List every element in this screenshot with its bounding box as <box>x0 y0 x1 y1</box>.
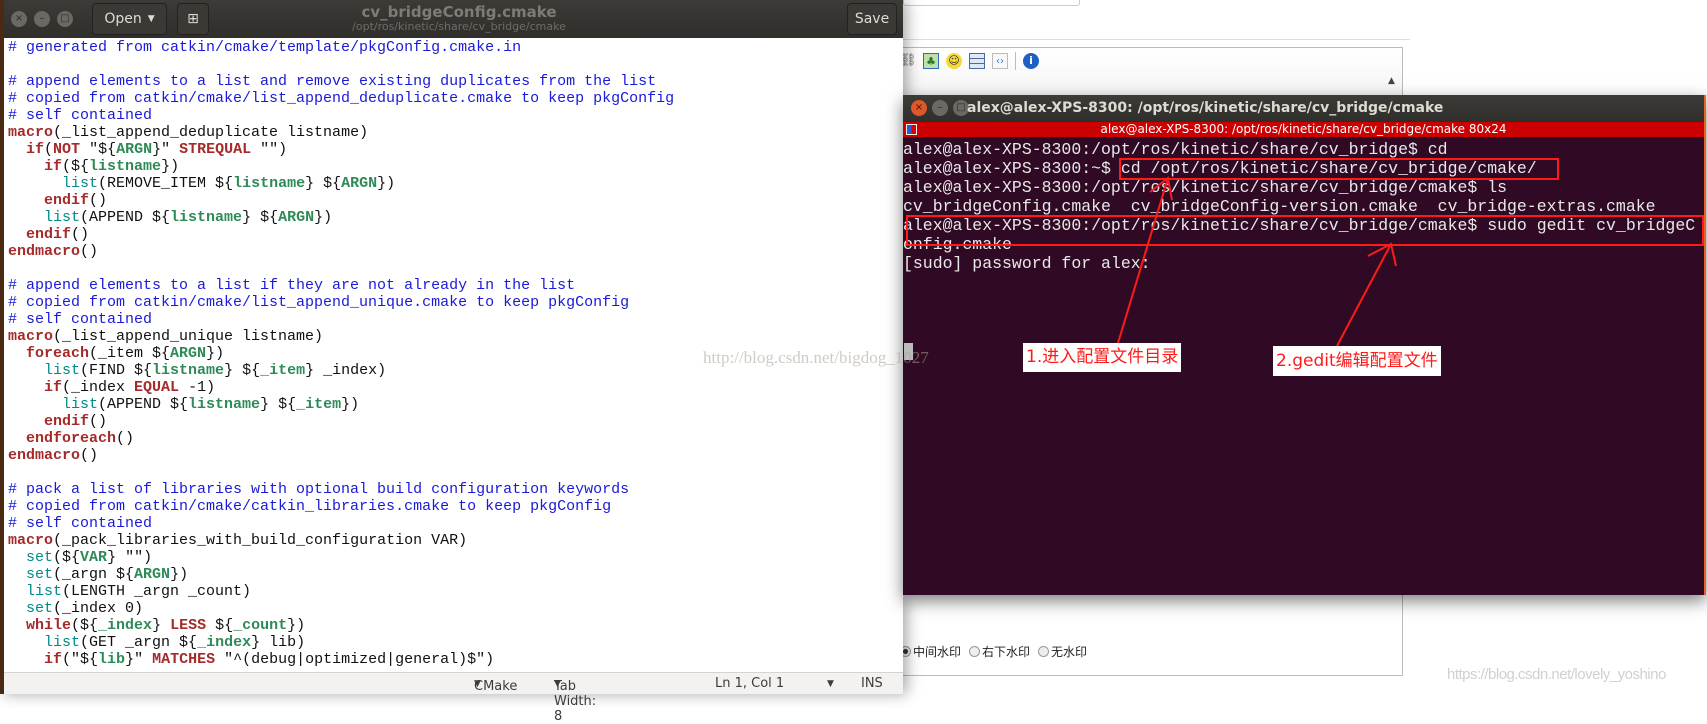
annotation-arrows <box>1117 176 1397 347</box>
arrow-step2 <box>1336 242 1397 347</box>
arrow-step1 <box>1117 176 1173 344</box>
annotation-step1: 1.进入配置文件目录 <box>1023 343 1182 372</box>
annotation-step2: 2.gedit编辑配置文件 <box>1273 346 1441 376</box>
